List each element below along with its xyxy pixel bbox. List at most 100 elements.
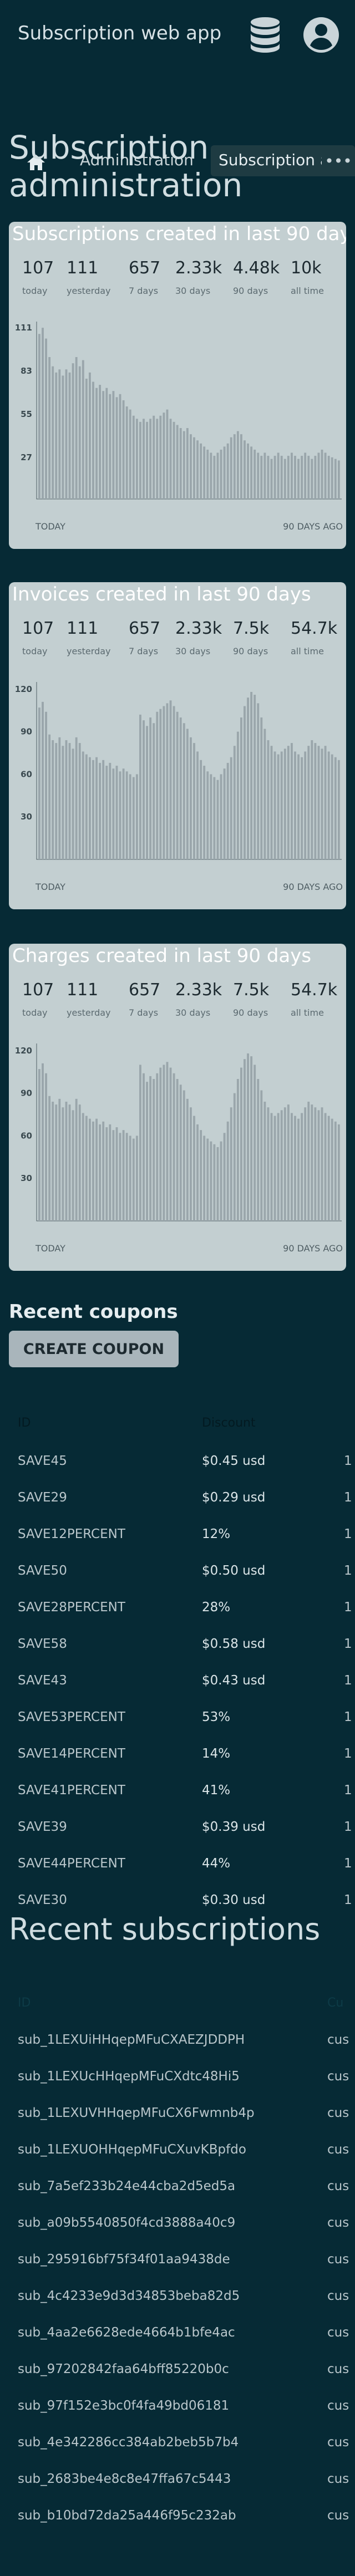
chart-bar (55, 743, 58, 859)
y-tick-label: 83 (21, 366, 32, 376)
table-row[interactable]: SAVE50 $0.50 usd 1 (0, 1551, 355, 1588)
chart-bar (149, 419, 152, 499)
chart-bar (283, 749, 286, 859)
card-title: Charges created in last 90 days (12, 945, 312, 967)
table-row[interactable]: SAVE39 $0.39 usd 1 (0, 1808, 355, 1844)
table-row[interactable]: sub_4c4233e9d3d34853beba82d5 cus (0, 2277, 355, 2313)
coupon-id: SAVE14PERCENT (18, 1747, 125, 1761)
table-row[interactable]: sub_7a5ef233b24e44cba2d5ed5a cus (0, 2167, 355, 2203)
stat-4: 7.5k 90 days (233, 619, 269, 656)
chart-bar (179, 717, 182, 859)
y-tick-label: 90 (21, 727, 32, 737)
coupon-discount: $0.45 usd (202, 1454, 266, 1468)
table-row[interactable]: sub_1LEXUiHHqepMFuCXAEZJDDPH cus (0, 2020, 355, 2057)
subscription-id: sub_b10bd72da25a446f95c232ab (18, 2508, 236, 2523)
table-row[interactable]: sub_97202842faa64bff85220b0c cus (0, 2350, 355, 2386)
table-row[interactable]: sub_1LEXUVHHqepMFuCX6Fwmnb4p cus (0, 2094, 355, 2130)
chart-bar (166, 409, 169, 499)
chart-bar (169, 1067, 172, 1221)
table-row[interactable]: sub_a09b5540850f4cd3888a40c9 cus (0, 2203, 355, 2240)
bar-chart: 27 55 83 111 (15, 322, 342, 500)
table-row[interactable]: sub_4e342286cc384ab2beb5b7b4 cus (0, 2423, 355, 2460)
app-title: Subscription web app (18, 22, 222, 44)
y-tick-label: 60 (21, 1131, 32, 1141)
chart-bar (125, 771, 128, 859)
chart-bar (270, 1113, 273, 1221)
chart-bar (156, 711, 159, 859)
chart-bar (233, 1093, 236, 1221)
table-row[interactable]: SAVE58 $0.58 usd 1 (0, 1625, 355, 1661)
chart-bar (89, 1118, 91, 1221)
chart-bar (115, 1127, 118, 1221)
subscriptions-col-id: ID (18, 1996, 31, 2010)
chart-bar (65, 369, 68, 499)
stat-value: 107 (22, 980, 54, 1000)
table-row[interactable]: SAVE53PERCENT 53% 1 (0, 1698, 355, 1734)
chart-bar (38, 1069, 40, 1221)
chart-bar (78, 1104, 81, 1221)
table-row[interactable]: SAVE12PERCENT 12% 1 (0, 1515, 355, 1551)
chart-bar (95, 757, 98, 859)
stat-value: 7.5k (233, 980, 270, 1000)
chart-bar (38, 334, 40, 499)
table-row[interactable]: sub_1LEXUcHHqepMFuCXdtc48Hi5 cus (0, 2057, 355, 2094)
stat-label: all time (291, 286, 324, 296)
subscription-customer: cus (327, 2508, 349, 2523)
stat-value: 2.33k (175, 980, 222, 1000)
chart-bar (38, 707, 40, 859)
chart-bar (193, 437, 195, 499)
chart-bar (65, 740, 68, 859)
chart-bar (58, 1098, 61, 1221)
chart-bar (223, 768, 226, 859)
coupon-id: SAVE29 (18, 1490, 67, 1505)
chart-bar (331, 457, 333, 499)
account-icon[interactable] (303, 17, 339, 53)
card-title: Invoices created in last 90 days (12, 583, 311, 605)
coupon-discount: 44% (202, 1856, 231, 1871)
table-row[interactable]: sub_4aa2e6628ede4664b1bfe4ac cus (0, 2313, 355, 2350)
database-icon[interactable] (250, 17, 281, 53)
table-row[interactable]: sub_2683be4e8c8e47ffa67c5443 cus (0, 2460, 355, 2496)
chart-bar (223, 1133, 226, 1221)
chart-bar (99, 1124, 102, 1221)
coupon-id: SAVE58 (18, 1637, 67, 1651)
chart-bar (52, 740, 54, 859)
table-row[interactable]: SAVE28PERCENT 28% 1 (0, 1588, 355, 1625)
chart-bar (301, 456, 303, 499)
table-row[interactable]: SAVE14PERCENT 14% 1 (0, 1734, 355, 1771)
chart-bar (334, 459, 337, 499)
table-row[interactable]: SAVE44PERCENT 44% 1 (0, 1844, 355, 1881)
table-row[interactable]: sub_1LEXUOHHqepMFuCXuvKBpfdo cus (0, 2130, 355, 2167)
table-row[interactable]: SAVE29 $0.29 usd 1 (0, 1478, 355, 1515)
y-tick-label: 120 (15, 1046, 32, 1056)
subscription-id: sub_4aa2e6628ede4664b1bfe4ac (18, 2325, 235, 2340)
chart-bar (244, 1059, 246, 1221)
subscriptions-chart-card: Subscriptions created in last 90 days 107… (9, 222, 346, 549)
chart-bar (65, 1101, 68, 1221)
stat-5: 10k all time (291, 258, 324, 296)
coupon-discount: $0.39 usd (202, 1820, 266, 1834)
chart-bar (277, 452, 280, 499)
table-row[interactable]: SAVE45 $0.45 usd 1 (0, 1442, 355, 1478)
table-row[interactable]: sub_b10bd72da25a446f95c232ab cus (0, 2496, 355, 2533)
chart-bar (324, 452, 327, 499)
subscription-customer: cus (327, 2325, 349, 2340)
table-row[interactable]: SAVE41PERCENT 41% 1 (0, 1771, 355, 1808)
chart-bar (176, 711, 179, 859)
chart-bar (186, 428, 189, 499)
stat-0: 107 today (22, 258, 54, 296)
chart-bar (109, 1124, 111, 1221)
stat-label: today (22, 286, 48, 296)
coupons-heading: Recent coupons (9, 1301, 178, 1323)
table-row[interactable]: sub_295916bf75f34f01aa9438de cus (0, 2240, 355, 2277)
chart-bar (173, 706, 175, 859)
chart-bar (99, 762, 102, 859)
coupon-extra: 1 (344, 1454, 352, 1468)
chart-bar (62, 746, 64, 859)
table-row[interactable]: SAVE43 $0.43 usd 1 (0, 1661, 355, 1698)
chart-bar (267, 740, 270, 859)
x-axis-end-label: 90 DAYS AGO (283, 521, 343, 532)
chart-bar (102, 760, 105, 859)
create-coupon-button[interactable]: CREATE COUPON (9, 1331, 179, 1367)
table-row[interactable]: sub_97f152e3bc0f4fa49bd06181 cus (0, 2386, 355, 2423)
